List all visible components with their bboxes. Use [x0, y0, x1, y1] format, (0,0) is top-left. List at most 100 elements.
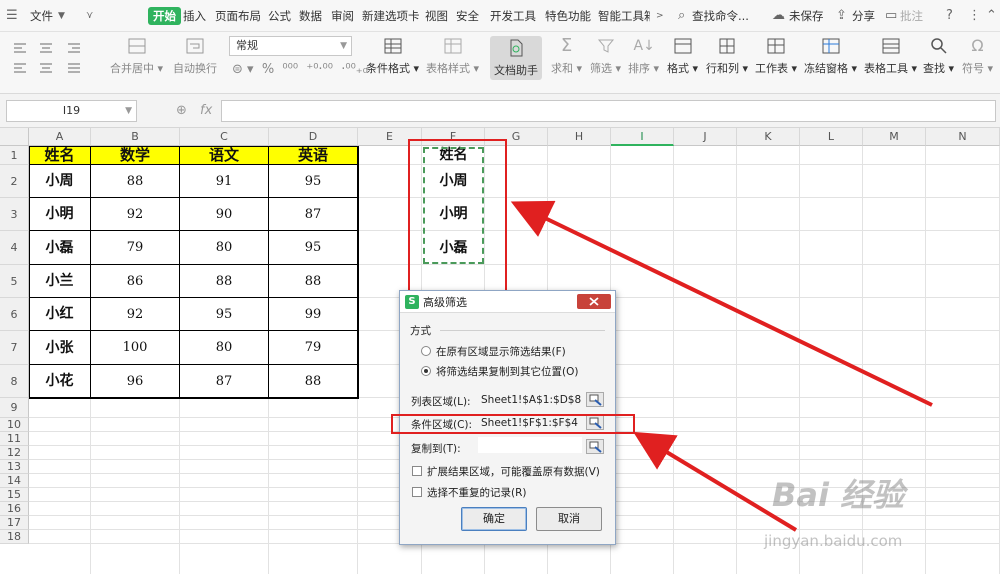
criteria-cell[interactable]: 小周: [422, 165, 485, 198]
tab-data[interactable]: 数据: [299, 7, 322, 25]
table-header-cell[interactable]: 英语: [269, 146, 358, 165]
table-cell[interactable]: 小兰: [29, 265, 91, 298]
row-header-4[interactable]: 4: [0, 231, 29, 265]
row-header-3[interactable]: 3: [0, 198, 29, 231]
search-command[interactable]: 查找命令...: [692, 7, 749, 25]
table-cell[interactable]: 95: [269, 231, 358, 265]
row-header-17[interactable]: 17: [0, 516, 29, 530]
row-col-button[interactable]: 行和列 ▾: [706, 36, 748, 76]
row-header-18[interactable]: 18: [0, 530, 29, 544]
table-cell[interactable]: 90: [180, 198, 269, 231]
table-cell[interactable]: 88: [180, 265, 269, 298]
column-header-N[interactable]: N: [926, 128, 1000, 146]
tab-formula[interactable]: 公式: [268, 7, 291, 25]
criteria-cell[interactable]: 姓名: [422, 146, 485, 165]
table-cell[interactable]: 87: [180, 365, 269, 398]
cancel-button[interactable]: 取消: [536, 507, 602, 531]
formula-input[interactable]: [221, 100, 996, 122]
row-header-13[interactable]: 13: [0, 460, 29, 474]
currency-format-button[interactable]: ⊜ ▾ % ⁰⁰⁰ ⁺⁰·⁰⁰ ·⁰⁰₊₀: [232, 62, 368, 77]
unique-label[interactable]: 选择不重复的记录(R): [427, 485, 527, 500]
column-header-J[interactable]: J: [674, 128, 737, 146]
table-cell[interactable]: 88: [91, 165, 180, 198]
comment-button[interactable]: 批注: [900, 7, 923, 25]
table-cell[interactable]: 小张: [29, 331, 91, 365]
number-format-select[interactable]: 常规 ▼: [229, 36, 352, 56]
table-header-cell[interactable]: 数学: [91, 146, 180, 165]
table-cell[interactable]: 小磊: [29, 231, 91, 265]
option-in-place[interactable]: 在原有区域显示筛选结果(F): [436, 344, 566, 359]
expand-label[interactable]: 扩展结果区域，可能覆盖原有数据(V): [427, 464, 600, 479]
row-header-12[interactable]: 12: [0, 446, 29, 460]
table-cell[interactable]: 79: [91, 231, 180, 265]
table-style-button[interactable]: 表格样式 ▾: [426, 36, 479, 76]
comment-icon[interactable]: ▭: [885, 7, 897, 25]
filter-button[interactable]: 筛选 ▾: [590, 36, 621, 76]
criteria-cell[interactable]: 小明: [422, 198, 485, 231]
name-box[interactable]: I19 ▼: [6, 100, 137, 122]
close-button[interactable]: [577, 294, 611, 309]
row-header-2[interactable]: 2: [0, 165, 29, 198]
criteria-range-picker[interactable]: [586, 415, 604, 430]
dialog-titlebar[interactable]: S 高级筛选: [400, 291, 615, 313]
row-header-5[interactable]: 5: [0, 265, 29, 298]
column-header-C[interactable]: C: [180, 128, 269, 146]
tab-view[interactable]: 视图: [425, 7, 448, 25]
tab-smart-tools[interactable]: 智能工具箱: [598, 7, 650, 25]
conditional-format-button[interactable]: 条件格式 ▾: [366, 36, 419, 76]
copy-to-picker[interactable]: [586, 439, 604, 454]
row-header-15[interactable]: 15: [0, 488, 29, 502]
unsaved-status[interactable]: 未保存: [789, 7, 824, 25]
row-header-11[interactable]: 11: [0, 432, 29, 446]
copy-to-input[interactable]: [478, 437, 582, 453]
radio-in-place[interactable]: [421, 346, 431, 356]
table-cell[interactable]: 96: [91, 365, 180, 398]
cloud-icon[interactable]: ☁: [772, 7, 785, 25]
row-header-16[interactable]: 16: [0, 502, 29, 516]
help-icon[interactable]: ?: [946, 7, 953, 25]
tab-page-layout[interactable]: 页面布局: [215, 7, 261, 25]
criteria-cell[interactable]: 小磊: [422, 231, 485, 265]
tab-review[interactable]: 审阅: [331, 7, 354, 25]
format-button[interactable]: 格式 ▾: [667, 36, 698, 76]
wrap-text-button[interactable]: 自动换行: [173, 36, 217, 76]
merge-center-button[interactable]: 合并居中 ▾: [110, 36, 163, 76]
unique-checkbox[interactable]: [412, 487, 422, 497]
column-header-K[interactable]: K: [737, 128, 800, 146]
table-cell[interactable]: 95: [180, 298, 269, 331]
column-header-E[interactable]: E: [358, 128, 422, 146]
table-cell[interactable]: 91: [180, 165, 269, 198]
table-header-cell[interactable]: 姓名: [29, 146, 91, 165]
table-cell[interactable]: 80: [180, 231, 269, 265]
find-button[interactable]: 查找 ▾: [923, 36, 954, 76]
ok-button[interactable]: 确定: [461, 507, 527, 531]
table-cell[interactable]: 88: [269, 265, 358, 298]
row-header-6[interactable]: 6: [0, 298, 29, 331]
criteria-range-input[interactable]: Sheet1!$F$1:$F$4: [481, 417, 578, 429]
list-range-picker[interactable]: [586, 392, 604, 407]
list-range-input[interactable]: Sheet1!$A$1:$D$8: [481, 394, 581, 406]
table-cell[interactable]: 92: [91, 198, 180, 231]
column-header-F[interactable]: F: [422, 128, 485, 146]
column-header-D[interactable]: D: [269, 128, 358, 146]
column-header-I[interactable]: I: [611, 128, 674, 146]
column-header-G[interactable]: G: [485, 128, 548, 146]
more-icon[interactable]: ⋮: [968, 7, 981, 25]
radio-copy-elsewhere[interactable]: [421, 366, 431, 376]
sum-button[interactable]: Σ 求和 ▾: [551, 36, 582, 76]
symbol-button[interactable]: Ω 符号 ▾: [962, 36, 993, 76]
worksheet-button[interactable]: 工作表 ▾: [755, 36, 797, 76]
row-header-1[interactable]: 1: [0, 146, 29, 165]
table-cell[interactable]: 小花: [29, 365, 91, 398]
column-header-M[interactable]: M: [863, 128, 926, 146]
option-copy-elsewhere[interactable]: 将筛选结果复制到其它位置(O): [436, 364, 578, 379]
column-header-H[interactable]: H: [548, 128, 611, 146]
row-header-9[interactable]: 9: [0, 398, 29, 418]
share-button[interactable]: 分享: [852, 7, 875, 25]
tab-security[interactable]: 安全: [456, 7, 479, 25]
tab-features[interactable]: 特色功能: [545, 7, 591, 25]
column-header-B[interactable]: B: [91, 128, 180, 146]
chevron-right-icon[interactable]: >: [656, 7, 664, 25]
tab-developer[interactable]: 开发工具: [490, 7, 536, 25]
table-header-cell[interactable]: 语文: [180, 146, 269, 165]
